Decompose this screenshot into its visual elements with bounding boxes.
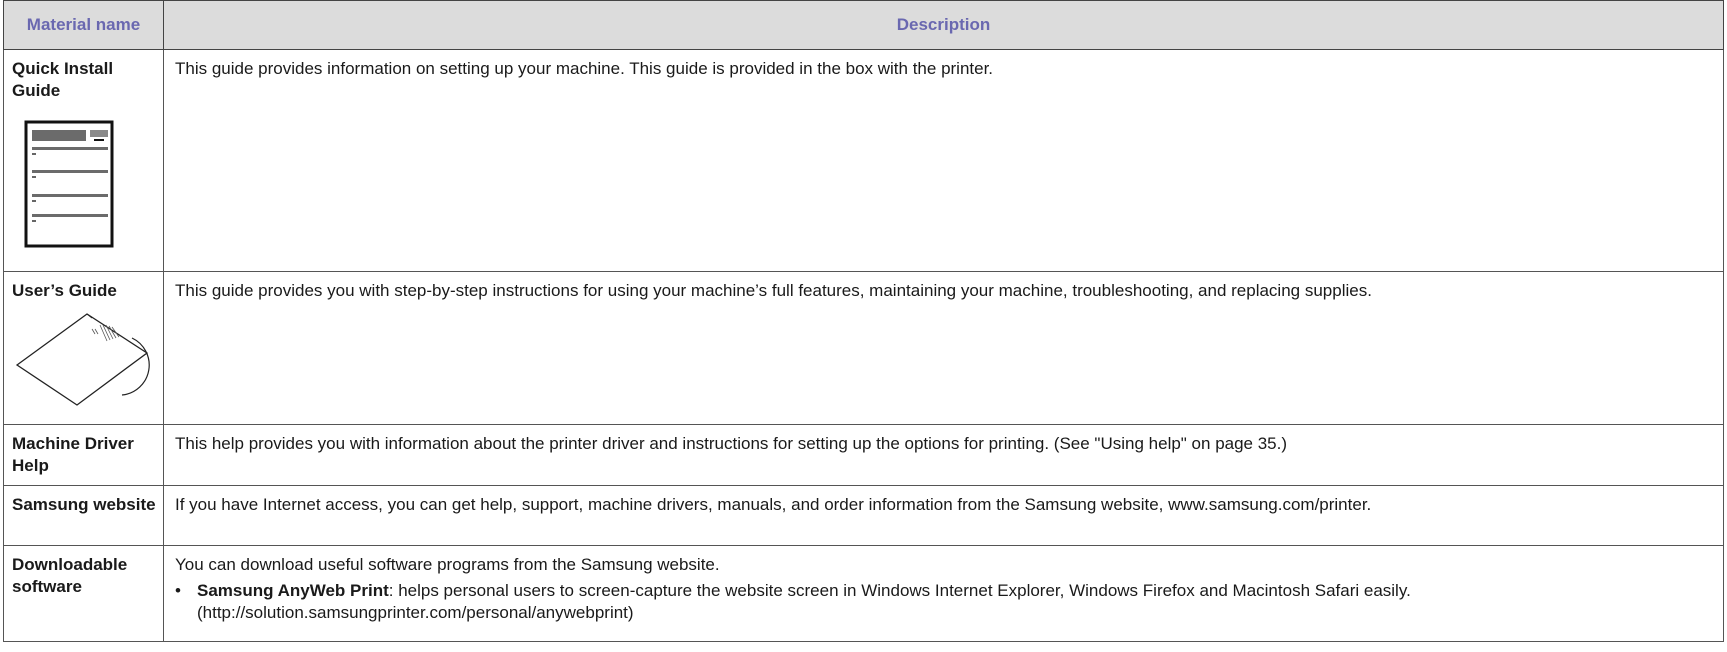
material-name-cell: Machine Driver Help: [3, 424, 164, 486]
cd-sleeve-icon: [15, 313, 150, 406]
material-name-cell: User’s Guide: [3, 271, 164, 425]
table-header-row: Material name Description: [3, 0, 1724, 50]
description-cell: This guide provides you with step-by-ste…: [163, 271, 1724, 425]
material-name-cell: Quick Install Guide: [3, 49, 164, 272]
booklet-icon: [24, 120, 114, 248]
software-name: Samsung AnyWeb Print: [197, 581, 389, 600]
material-name: Quick Install Guide: [12, 59, 114, 100]
table-row: User’s Guide This guide provides you wit…: [3, 271, 1724, 425]
description-text: You can download useful software program…: [175, 555, 720, 574]
material-name-cell: Downloadable software: [3, 545, 164, 642]
bullet-marker: •: [175, 581, 181, 600]
table-row: Downloadable software You can download u…: [3, 545, 1724, 642]
material-name: User’s Guide: [12, 281, 117, 300]
description-cell: This help provides you with information …: [163, 424, 1724, 486]
software-list: • Samsung AnyWeb Print: helps personal u…: [175, 580, 1712, 624]
list-item: • Samsung AnyWeb Print: helps personal u…: [175, 580, 1712, 624]
material-name-cell: Samsung website: [3, 485, 164, 546]
description-cell: If you have Internet access, you can get…: [163, 485, 1724, 546]
table-row: Quick Install Guide This guide provides …: [3, 49, 1724, 272]
table-row: Samsung website If you have Internet acc…: [3, 485, 1724, 546]
description-cell: This guide provides information on setti…: [163, 49, 1724, 272]
materials-table: Material name Description Quick Install …: [3, 0, 1724, 642]
description-cell: You can download useful software program…: [163, 545, 1724, 642]
header-material-name: Material name: [3, 0, 164, 50]
header-description: Description: [163, 0, 1724, 50]
table-row: Machine Driver Help This help provides y…: [3, 424, 1724, 486]
